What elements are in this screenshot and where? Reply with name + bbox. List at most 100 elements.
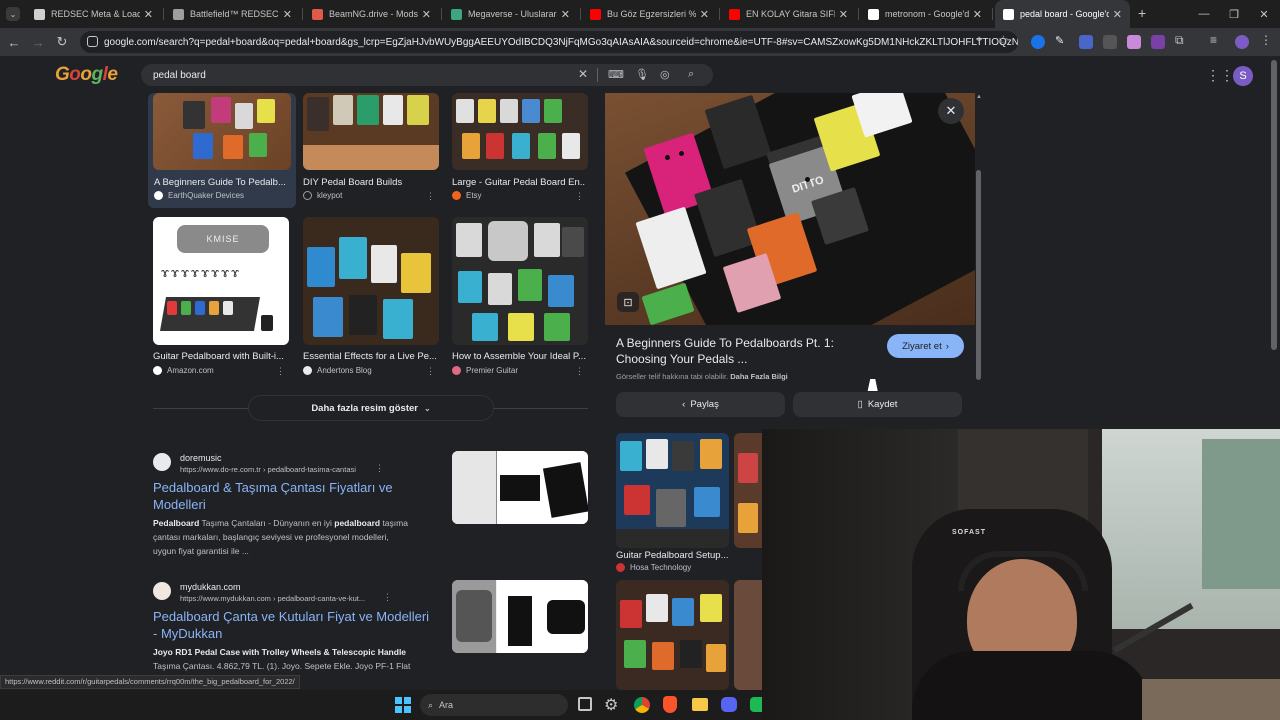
- browser-tab[interactable]: BeamNG.drive - Mods - M ✕: [304, 0, 439, 28]
- tab-close-icon[interactable]: ✕: [422, 8, 431, 21]
- restore-icon[interactable]: ❐: [1218, 0, 1250, 28]
- location-icon[interactable]: ⌖: [976, 34, 990, 48]
- eyedropper-icon[interactable]: ✎: [1055, 34, 1069, 48]
- image-thumbnail[interactable]: [153, 93, 291, 170]
- result-title[interactable]: Pedalboard & Taşıma Çantası Fiyatları ve…: [153, 479, 433, 513]
- image-caption[interactable]: DIY Pedal Board Builds: [303, 177, 437, 188]
- browser-tab[interactable]: Battlefield™ REDSEC Hom ✕: [165, 0, 300, 28]
- related-image-thumbnail[interactable]: [734, 580, 762, 690]
- extension-icon-1[interactable]: [1031, 35, 1045, 49]
- settings-icon[interactable]: ⚙: [604, 695, 618, 715]
- close-preview-icon[interactable]: ✕: [938, 98, 964, 124]
- taskbar-search[interactable]: ⌕ Ara: [420, 694, 568, 716]
- browser-tab[interactable]: metronom - Google'da Ar ✕: [860, 0, 990, 28]
- result-title[interactable]: Pedalboard Çanta ve Kutuları Fiyat ve Mo…: [153, 608, 453, 642]
- back-icon[interactable]: ←: [6, 34, 22, 50]
- image-thumbnail[interactable]: [616, 433, 729, 548]
- lens-icon[interactable]: ◎: [660, 68, 670, 81]
- task-view-icon[interactable]: [578, 697, 592, 711]
- brave-icon[interactable]: [663, 696, 677, 713]
- forward-icon[interactable]: →: [30, 34, 46, 50]
- extension-icon-3[interactable]: [1103, 35, 1117, 49]
- minimize-icon[interactable]: —: [1188, 0, 1220, 28]
- browser-tab[interactable]: pedal board - Google'da ✕: [995, 0, 1130, 28]
- more-options-icon[interactable]: ⋮: [426, 191, 435, 202]
- page-scrollbar[interactable]: [1271, 60, 1277, 350]
- image-source[interactable]: Premier Guitar: [452, 366, 518, 375]
- reload-icon[interactable]: ↻: [54, 34, 70, 50]
- browser-tab[interactable]: EN KOLAY Gitara SIFIRDA ✕: [721, 0, 856, 28]
- close-window-icon[interactable]: ✕: [1248, 0, 1280, 28]
- apps-grid-icon[interactable]: ⋮⋮: [1206, 67, 1234, 84]
- image-thumbnail[interactable]: KMISE ɤɤɤɤɤɤɤɤ: [153, 217, 289, 345]
- preview-title[interactable]: A Beginners Guide To Pedalboards Pt. 1: …: [616, 335, 851, 367]
- image-source[interactable]: Amazon.com: [153, 366, 214, 375]
- image-result-card[interactable]: A Beginners Guide To Pedalb... EarthQuak…: [148, 93, 296, 208]
- visit-button[interactable]: Ziyaret et ›: [887, 334, 964, 358]
- app-icon[interactable]: [750, 697, 762, 712]
- tab-close-icon[interactable]: ✕: [700, 8, 709, 21]
- address-bar[interactable]: google.com/search?q=pedal+board&oq=pedal…: [80, 31, 1018, 53]
- related-image-thumbnail[interactable]: [616, 580, 729, 690]
- preview-image[interactable]: DITTO: [605, 93, 975, 325]
- image-caption[interactable]: Guitar Pedalboard with Built-i...: [153, 351, 287, 362]
- image-caption[interactable]: Essential Effects for a Live Pe...: [303, 351, 437, 362]
- browser-tab[interactable]: Megaverse - Uluslararası ✕: [443, 0, 578, 28]
- extension-icon-4[interactable]: [1127, 35, 1141, 49]
- tab-close-icon[interactable]: ✕: [561, 8, 570, 21]
- microphone-icon[interactable]: 🎙: [635, 68, 649, 81]
- image-thumbnail[interactable]: [303, 217, 439, 345]
- save-button[interactable]: ▯ Kaydet: [793, 392, 962, 417]
- image-source[interactable]: Etsy: [452, 191, 482, 200]
- profile-avatar-icon[interactable]: [1235, 35, 1249, 49]
- image-source[interactable]: kleypot: [303, 191, 342, 200]
- result-url[interactable]: https://www.mydukkan.com › pedalboard-ca…: [180, 594, 365, 603]
- discord-icon[interactable]: [721, 697, 737, 712]
- image-caption[interactable]: How to Assemble Your Ideal P...: [452, 351, 586, 362]
- reading-list-icon[interactable]: ≡: [1210, 33, 1224, 47]
- tab-close-icon[interactable]: ✕: [839, 8, 848, 21]
- image-result-card[interactable]: Essential Effects for a Live Pe... Ander…: [303, 217, 439, 377]
- image-thumbnail[interactable]: [452, 217, 588, 345]
- more-options-icon[interactable]: ⋮: [375, 463, 384, 474]
- image-source[interactable]: EarthQuaker Devices: [154, 191, 244, 200]
- more-options-icon[interactable]: ⋮: [276, 366, 285, 377]
- lens-search-icon[interactable]: ⊡: [617, 292, 639, 312]
- result-site-name[interactable]: mydukkan.com: [180, 582, 241, 592]
- image-caption[interactable]: Guitar Pedalboard Setup...: [616, 550, 729, 561]
- tab-close-icon[interactable]: ✕: [973, 8, 982, 21]
- learn-more-link[interactable]: Daha Fazla Bilgi: [730, 372, 788, 381]
- new-tab-button[interactable]: +: [1138, 5, 1146, 21]
- preview-scrollbar[interactable]: ▲: [976, 94, 982, 384]
- image-caption[interactable]: Large - Guitar Pedal Board En...: [452, 177, 586, 188]
- image-thumbnail[interactable]: [452, 93, 588, 170]
- image-caption[interactable]: A Beginners Guide To Pedalb...: [154, 177, 288, 188]
- tab-close-icon[interactable]: ✕: [283, 8, 292, 21]
- result-thumbnails[interactable]: [452, 451, 588, 524]
- tab-search-button[interactable]: ⌄: [6, 7, 20, 21]
- image-thumbnail[interactable]: [303, 93, 439, 170]
- site-info-icon[interactable]: [87, 36, 98, 47]
- result-site-name[interactable]: doremusic: [180, 453, 222, 463]
- google-logo[interactable]: Google: [55, 64, 118, 86]
- result-thumbnails[interactable]: [452, 580, 588, 653]
- image-result-card[interactable]: DIY Pedal Board Builds kleypot ⋮: [303, 93, 439, 208]
- share-button[interactable]: ‹ Paylaş: [616, 392, 785, 417]
- extensions-puzzle-icon[interactable]: ⧉: [1175, 33, 1189, 47]
- start-icon[interactable]: [395, 697, 411, 713]
- image-source[interactable]: Hosa Technology: [616, 563, 691, 572]
- menu-dots-icon[interactable]: ⋮: [1260, 33, 1274, 47]
- image-result-card[interactable]: How to Assemble Your Ideal P... Premier …: [452, 217, 588, 377]
- search-input[interactable]: pedal board: [141, 64, 713, 86]
- avatar[interactable]: S: [1233, 66, 1253, 86]
- chrome-icon[interactable]: [634, 697, 650, 713]
- search-icon[interactable]: ⌕: [688, 68, 694, 81]
- more-images-button[interactable]: Daha fazla resim göster ⌄: [248, 395, 494, 421]
- bookmark-star-icon[interactable]: ☆: [998, 33, 1012, 47]
- more-options-icon[interactable]: ⋮: [426, 366, 435, 377]
- image-result-card[interactable]: KMISE ɤɤɤɤɤɤɤɤ Guitar Pedalboard with Bu…: [153, 217, 289, 377]
- tab-close-icon[interactable]: ✕: [144, 8, 153, 21]
- more-options-icon[interactable]: ⋮: [575, 366, 584, 377]
- extension-icon-2[interactable]: [1079, 35, 1093, 49]
- browser-tab[interactable]: REDSEC Meta & Loadouts ✕: [26, 0, 161, 28]
